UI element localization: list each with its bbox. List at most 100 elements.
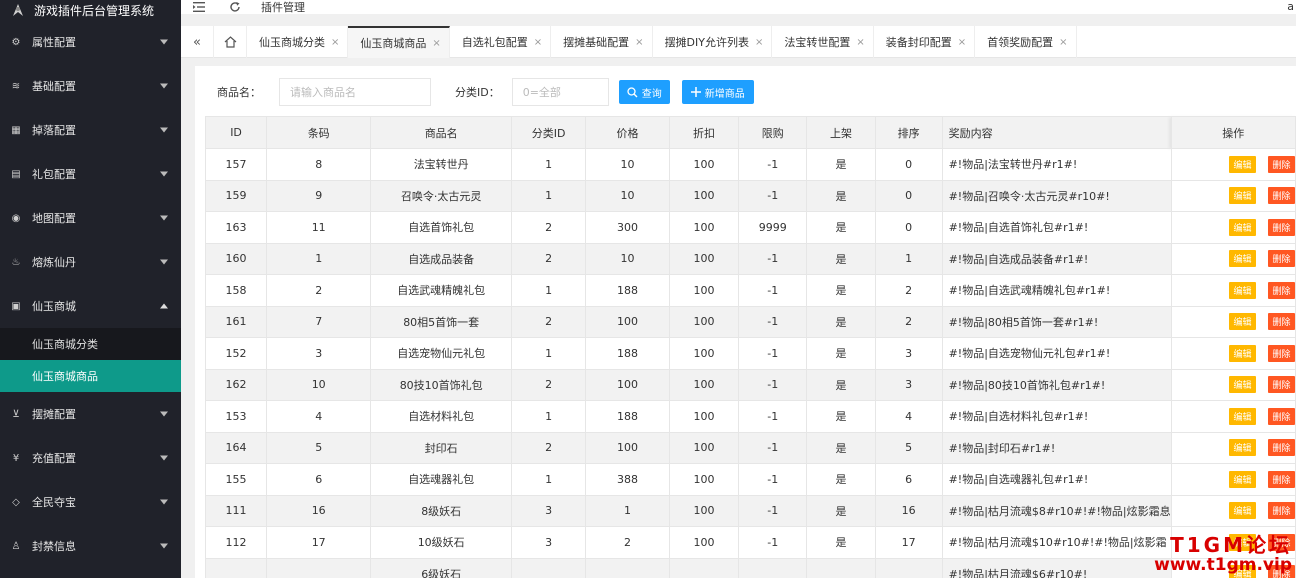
- site-watermark: T1GM论坛 www.t1gm.vip: [1154, 535, 1292, 574]
- table-row: 161 7 80相5首饰一套 2 100 100 -1 是 2 #!物品|80相5首饰一套#r1#…: [204, 305, 1296, 338]
- close-icon[interactable]: ×: [635, 37, 643, 48]
- table-cell: 1: [511, 148, 587, 181]
- table-cell: 188: [585, 400, 670, 433]
- edit-button[interactable]: 编辑: [1229, 218, 1256, 236]
- table-cell: 159: [204, 179, 268, 212]
- diamond-icon: ◇: [12, 496, 20, 508]
- edit-button[interactable]: 编辑: [1229, 502, 1256, 520]
- sidebar-subitem-1[interactable]: 仙玉商城商品: [0, 360, 181, 392]
- edit-button[interactable]: 编辑: [1229, 470, 1256, 488]
- delete-button[interactable]: 删除: [1268, 439, 1295, 457]
- plugin-management-link[interactable]: 插件管理: [261, 0, 305, 15]
- tab-scroll-left-button[interactable]: «: [181, 26, 214, 58]
- tab-home-button[interactable]: [214, 26, 247, 58]
- actions-group: 编辑 删除: [1172, 439, 1295, 457]
- sidebar-item-2[interactable]: ▦ 掉落配置: [0, 108, 181, 152]
- table-cell: 是: [806, 368, 876, 401]
- tab-6[interactable]: 装备封印配置 ×: [874, 26, 976, 58]
- add-product-button[interactable]: 新增商品: [681, 80, 754, 104]
- delete-button[interactable]: 删除: [1268, 250, 1295, 268]
- sidebar-item-1[interactable]: ≋ 基础配置: [0, 64, 181, 108]
- table-cell: 是: [806, 274, 876, 307]
- table-cell: 2: [874, 274, 943, 307]
- edit-button[interactable]: 编辑: [1229, 407, 1256, 425]
- actions-cell: 编辑 删除: [1170, 494, 1296, 527]
- sidebar-item-6[interactable]: ▣ 仙玉商城: [0, 284, 181, 328]
- table-cell: 160: [204, 242, 268, 275]
- actions-group: 编辑 删除: [1172, 470, 1295, 488]
- edit-button[interactable]: 编辑: [1229, 250, 1256, 268]
- table-cell: 9999: [738, 211, 808, 244]
- tab-4[interactable]: 摆摊DIY允许列表 ×: [653, 26, 773, 58]
- tab-2[interactable]: 自选礼包配置 ×: [450, 26, 552, 58]
- table-cell: 6级妖石: [370, 557, 513, 578]
- sidebar-item-label: 封禁信息: [32, 540, 76, 553]
- tab-5[interactable]: 法宝转世配置 ×: [772, 26, 874, 58]
- actions-cell: 编辑 删除: [1170, 305, 1296, 338]
- tab-1[interactable]: 仙玉商城商品 ×: [348, 26, 450, 58]
- refresh-icon: [230, 2, 240, 12]
- table-cell: 5: [874, 431, 943, 464]
- app-title: 游戏插件后台管理系统: [34, 3, 155, 18]
- edit-button[interactable]: 编辑: [1229, 344, 1256, 362]
- tab-0[interactable]: 仙玉商城分类 ×: [247, 26, 349, 58]
- table-cell: 自选成品装备: [370, 242, 513, 275]
- sidebar-item-3[interactable]: ▤ 礼包配置: [0, 152, 181, 196]
- delete-button[interactable]: 删除: [1268, 376, 1295, 394]
- close-icon[interactable]: ×: [534, 37, 542, 48]
- table-row: 155 6 自选魂器礼包 1 388 100 -1 是 6 #!物品|自选魂器礼包#r1#! 编辑删…: [204, 463, 1296, 496]
- actions-group: 编辑 删除: [1172, 376, 1295, 394]
- delete-button[interactable]: 删除: [1268, 407, 1295, 425]
- tab-3[interactable]: 摆摊基础配置 ×: [551, 26, 653, 58]
- delete-button[interactable]: 删除: [1268, 218, 1295, 236]
- close-icon[interactable]: ×: [432, 38, 440, 49]
- edit-button[interactable]: 编辑: [1229, 155, 1256, 173]
- edit-button[interactable]: 编辑: [1229, 281, 1256, 299]
- product-name-input[interactable]: [279, 78, 431, 106]
- sidebar-item-0[interactable]: ⚙ 属性配置: [0, 20, 181, 64]
- sidebar-item-5[interactable]: ♨ 熔炼仙丹: [0, 240, 181, 284]
- table-cell: 3: [511, 494, 587, 527]
- table-cell: 100: [585, 431, 670, 464]
- table-cell: #!物品|枯月流魂$10#r10#!#!物品|炫影霜: [941, 526, 1172, 559]
- close-icon[interactable]: ×: [755, 37, 763, 48]
- column-header: ID: [204, 116, 268, 149]
- table-cell: 100: [585, 305, 670, 338]
- tab-label: 摆摊DIY允许列表: [664, 36, 749, 49]
- sidebar-item-7[interactable]: ⊻ 摆摊配置: [0, 392, 181, 436]
- table-row: 152 3 自选宠物仙元礼包 1 188 100 -1 是 3 #!物品|自选宠物仙元礼包#r1#…: [204, 337, 1296, 370]
- watermark-url: www.t1gm.vip: [1154, 555, 1292, 575]
- close-icon[interactable]: ×: [331, 37, 339, 48]
- sidebar-item-4[interactable]: ◉ 地图配置: [0, 196, 181, 240]
- tab-7[interactable]: 首领奖励配置 ×: [975, 26, 1077, 58]
- table-cell: 自选材料礼包: [370, 400, 513, 433]
- delete-button[interactable]: 删除: [1268, 187, 1295, 205]
- refresh-button[interactable]: [217, 0, 253, 14]
- query-button[interactable]: 查询: [618, 80, 670, 104]
- menu-toggle-button[interactable]: [181, 0, 217, 14]
- edit-button[interactable]: 编辑: [1229, 376, 1256, 394]
- edit-button[interactable]: 编辑: [1229, 439, 1256, 457]
- close-icon[interactable]: ×: [856, 37, 864, 48]
- grid-icon: ▦: [11, 124, 21, 136]
- category-id-input[interactable]: [511, 78, 609, 106]
- delete-button[interactable]: 删除: [1268, 313, 1295, 331]
- product-name-label: 商品名：: [217, 86, 261, 99]
- delete-button[interactable]: 删除: [1268, 155, 1295, 173]
- actions-group: 编辑 删除: [1172, 250, 1295, 268]
- delete-button[interactable]: 删除: [1268, 470, 1295, 488]
- delete-button[interactable]: 删除: [1268, 281, 1295, 299]
- sidebar-item-9[interactable]: ◇ 全民夺宝: [0, 480, 181, 524]
- sidebar-subitem-0[interactable]: 仙玉商城分类: [0, 328, 181, 360]
- table-cell: 是: [806, 431, 876, 464]
- edit-button[interactable]: 编辑: [1229, 187, 1256, 205]
- table-cell: 163: [204, 211, 268, 244]
- sidebar-item-10[interactable]: ♙ 封禁信息: [0, 524, 181, 568]
- close-icon[interactable]: ×: [1059, 37, 1067, 48]
- delete-button[interactable]: 删除: [1268, 502, 1295, 520]
- user-menu[interactable]: a: [1287, 0, 1294, 13]
- delete-button[interactable]: 删除: [1268, 344, 1295, 362]
- edit-button[interactable]: 编辑: [1229, 313, 1256, 331]
- sidebar-item-8[interactable]: ¥ 充值配置: [0, 436, 181, 480]
- close-icon[interactable]: ×: [958, 37, 966, 48]
